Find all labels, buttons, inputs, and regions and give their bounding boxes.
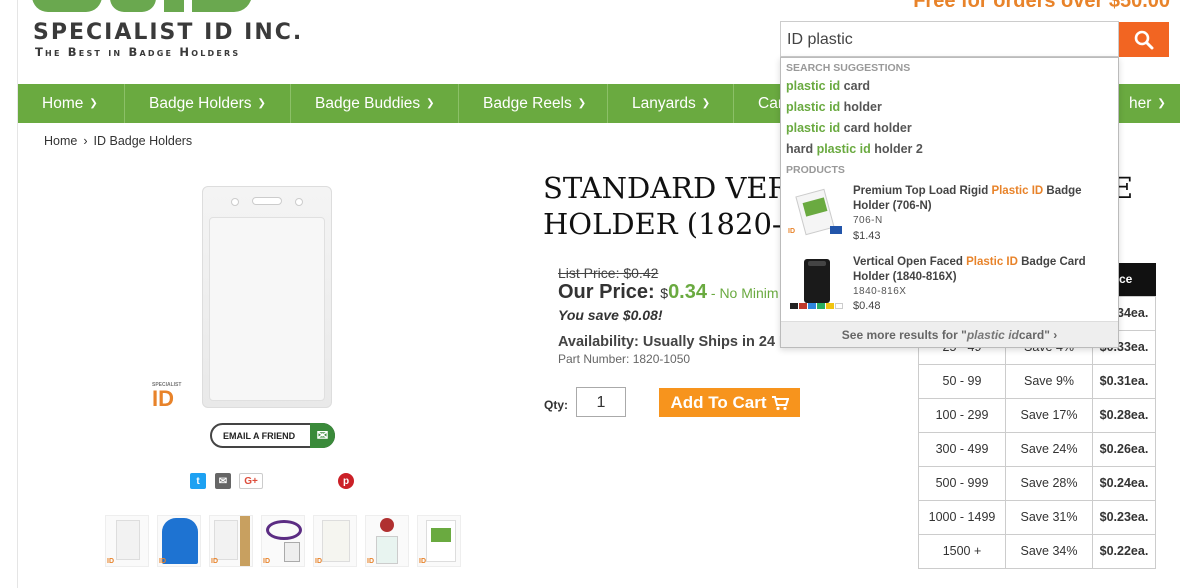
- pinterest-icon[interactable]: p: [338, 473, 354, 489]
- id-logo: SPECIALIST ID: [152, 382, 182, 411]
- thumbnail[interactable]: ID: [105, 515, 149, 567]
- brand-name[interactable]: SPECIALIST ID INC.: [33, 20, 303, 45]
- thumbnail[interactable]: ID: [157, 515, 201, 567]
- thumbnail[interactable]: ID: [209, 515, 253, 567]
- minimum-note: - No Minim: [707, 285, 779, 301]
- thumbnail[interactable]: ID: [313, 515, 357, 567]
- thumbnail-strip: ID ID ID ID ID ID ID: [105, 515, 461, 567]
- logo-graphic[interactable]: [32, 0, 292, 12]
- suggestion-item[interactable]: plastic id card: [786, 79, 870, 93]
- cart-icon: [771, 395, 789, 410]
- table-row: 1500 + Save 34% $0.22ea.: [918, 533, 1156, 569]
- table-row: 1000 - 1499 Save 31% $0.23ea.: [918, 499, 1156, 535]
- product-thumbnail: [788, 257, 846, 315]
- product-sku: 706-N: [853, 215, 883, 226]
- nav-item-label: Home: [42, 94, 84, 112]
- suggestion-item[interactable]: plastic id card holder: [786, 121, 912, 135]
- nav-item-label: her: [1129, 94, 1152, 112]
- thumbnail[interactable]: ID: [261, 515, 305, 567]
- quantity-input[interactable]: 1: [576, 387, 626, 417]
- thumbnail[interactable]: ID: [365, 515, 409, 567]
- brand-tagline: The Best in Badge Holders: [35, 45, 241, 59]
- table-row: 50 - 99 Save 9% $0.31ea.: [918, 363, 1156, 399]
- nav-item-badge-buddies[interactable]: Badge Buddies ❯: [291, 84, 459, 123]
- breadcrumb-current[interactable]: ID Badge Holders: [94, 134, 193, 148]
- search-button[interactable]: [1119, 22, 1169, 57]
- email-friend-button[interactable]: EMAIL A FRIEND ✉: [210, 423, 335, 448]
- breadcrumb-separator: ›: [83, 134, 88, 148]
- our-price: Our Price: $0.34 - No Minim: [558, 281, 779, 304]
- nav-item-badge-reels[interactable]: Badge Reels ❯: [459, 84, 608, 123]
- chevron-down-icon: ❯: [426, 98, 435, 109]
- qty-label: Qty:: [544, 398, 568, 412]
- our-price-value: 0.34: [668, 281, 707, 303]
- chevron-down-icon: ❯: [89, 98, 98, 109]
- breadcrumb: Home › ID Badge Holders: [44, 134, 192, 148]
- product-thumbnail: ID: [788, 186, 846, 244]
- chevron-down-icon: ❯: [257, 98, 266, 109]
- product-title-line1: STANDARD VER: [543, 171, 790, 205]
- product-name: Premium Top Load Rigid Plastic ID Badge …: [853, 185, 1082, 212]
- chevron-down-icon: ❯: [1157, 98, 1166, 109]
- chevron-down-icon: ❯: [577, 98, 587, 109]
- page: SPECIALIST ID INC. The Best in Badge Hol…: [17, 0, 1180, 588]
- list-price: List Price: $0.42: [558, 265, 659, 281]
- currency-symbol: $: [660, 285, 669, 301]
- add-to-cart-button[interactable]: Add To Cart: [659, 388, 800, 417]
- nav-item-lanyards[interactable]: Lanyards ❯: [608, 84, 734, 123]
- nav-item-badge-holders[interactable]: Badge Holders ❯: [125, 84, 291, 123]
- our-price-label: Our Price:: [558, 281, 661, 303]
- add-to-cart-label: Add To Cart: [670, 392, 767, 412]
- you-save: You save $0.08!: [558, 307, 663, 323]
- suggested-product[interactable]: Vertical Open Faced Plastic ID Badge Car…: [786, 255, 1116, 321]
- chevron-down-icon: ❯: [701, 98, 711, 109]
- table-row: 300 - 499 Save 24% $0.26ea.: [918, 431, 1156, 467]
- email-friend-label: EMAIL A FRIEND: [223, 430, 296, 441]
- table-row: 500 - 999 Save 28% $0.24ea.: [918, 465, 1156, 501]
- product-price: $1.43: [853, 230, 881, 242]
- product-main-image[interactable]: [202, 186, 332, 408]
- search-input[interactable]: ID plastic: [780, 21, 1119, 57]
- nav-item-label: Badge Reels: [483, 94, 572, 112]
- part-number: Part Number: 1820-1050: [558, 352, 691, 366]
- envelope-icon: ✉: [310, 423, 335, 448]
- nav-item-label: Badge Buddies: [315, 94, 421, 112]
- availability: Availability: Usually Ships in 24 H: [558, 334, 790, 350]
- see-more-results-link[interactable]: See more results for " plastic id card" ›: [781, 321, 1118, 347]
- products-heading: PRODUCTS: [786, 164, 845, 176]
- free-shipping-banner: Free for orders over $50.00: [913, 0, 1170, 12]
- nav-item-label: Lanyards: [632, 94, 696, 112]
- table-row: 100 - 299 Save 17% $0.28ea.: [918, 397, 1156, 433]
- suggestion-item[interactable]: plastic id holder: [786, 100, 882, 114]
- search-suggestions-dropdown: SEARCH SUGGESTIONS plastic id card plast…: [780, 57, 1119, 348]
- suggested-product[interactable]: ID Premium Top Load Rigid Plastic ID Bad…: [786, 184, 1116, 250]
- product-name: Vertical Open Faced Plastic ID Badge Car…: [853, 256, 1086, 283]
- nav-item-label: Badge Holders: [149, 94, 252, 112]
- email-share-icon[interactable]: ✉: [215, 473, 231, 489]
- product-sku: 1840-816X: [853, 286, 907, 297]
- twitter-icon[interactable]: t: [190, 473, 206, 489]
- thumbnail[interactable]: ID: [417, 515, 461, 567]
- search-icon: [1134, 30, 1154, 49]
- nav-item-home[interactable]: Home ❯: [18, 84, 125, 123]
- suggestions-heading: SEARCH SUGGESTIONS: [786, 62, 911, 74]
- breadcrumb-home[interactable]: Home: [44, 134, 77, 148]
- google-plus-icon[interactable]: G+: [239, 473, 263, 489]
- suggestion-item[interactable]: hard plastic id holder 2: [786, 142, 923, 156]
- product-price: $0.48: [853, 300, 881, 312]
